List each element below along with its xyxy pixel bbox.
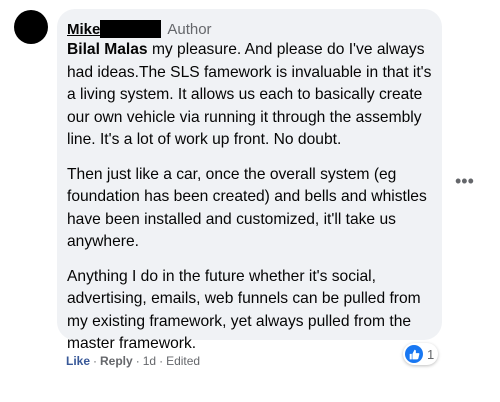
comment-bubble: Mike Author Bilal Malas my pleasure. And… [57, 9, 442, 352]
reaction-count: 1 [427, 346, 435, 362]
like-reaction-icon [405, 345, 423, 363]
like-button[interactable]: Like [66, 354, 90, 368]
comment-paragraph: Anything I do in the future whether it's… [67, 267, 421, 353]
timestamp[interactable]: 1d [143, 354, 156, 368]
separator: · [135, 354, 140, 368]
comment-paragraph: Then just like a car, once the overall s… [67, 165, 427, 251]
reply-button[interactable]: Reply [100, 354, 133, 368]
edited-label[interactable]: Edited [166, 354, 200, 368]
comment-paragraph: Bilal Malas my pleasure. And please do I… [67, 39, 432, 152]
comment-thread: Mike Author Bilal Malas my pleasure. And… [0, 0, 500, 402]
comment-header: Mike Author [67, 19, 432, 39]
comment-body: Bilal Malas my pleasure. And please do I… [67, 39, 432, 356]
author-name[interactable]: Mike [67, 21, 100, 38]
author-badge: Author [167, 20, 212, 38]
reaction-summary[interactable]: 1 [403, 343, 439, 365]
comment-actions: Like · Reply · 1d · Edited [66, 354, 200, 368]
avatar[interactable] [14, 10, 48, 44]
separator: · [93, 354, 98, 368]
mention-link[interactable]: Bilal Malas [67, 41, 148, 58]
redacted-name [100, 20, 162, 38]
separator: · [159, 354, 164, 368]
more-options-icon[interactable]: ••• [455, 172, 474, 190]
